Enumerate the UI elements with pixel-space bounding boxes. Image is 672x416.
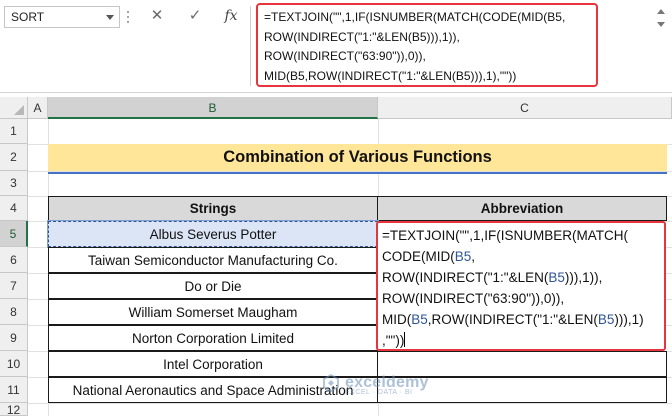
row-header-3[interactable]: 3 (0, 171, 28, 196)
formula-input[interactable]: =TEXTJOIN("",1,IF(ISNUMBER(MATCH(CODE(MI… (256, 3, 598, 87)
exceldemy-logo-icon (323, 374, 339, 392)
cancel-icon[interactable]: ✕ (146, 6, 168, 26)
row-header-5[interactable]: 5 (0, 221, 28, 247)
row-header-8[interactable]: 8 (0, 299, 28, 325)
row-header-1[interactable]: 1 (0, 119, 28, 144)
column-header-b[interactable]: B (48, 97, 378, 119)
column-header-a[interactable]: A (28, 97, 48, 119)
spreadsheet-grid[interactable]: A B C 1 2 3 4 5 6 7 8 9 10 11 12 Combina… (0, 97, 672, 416)
formula-bar: SORT ✕ ✓ fx =TEXTJOIN("",1,IF(ISNUMBER(M… (0, 0, 672, 93)
editor-line-1: =TEXTJOIN("",1,IF(ISNUMBER(MATCH( (382, 228, 628, 243)
editor-line-2: CODE(MID(B5, (382, 249, 476, 264)
gridline (28, 403, 672, 404)
row-header-9[interactable]: 9 (0, 325, 28, 351)
cell-b6[interactable]: Taiwan Semiconductor Manufacturing Co. (48, 247, 378, 273)
cell-b7[interactable]: Do or Die (48, 273, 378, 299)
select-all-button[interactable] (0, 97, 28, 119)
name-box[interactable]: SORT (4, 6, 120, 28)
header-abbreviation[interactable]: Abbreviation (377, 196, 667, 221)
row-header-6[interactable]: 6 (0, 247, 28, 273)
cell-b8[interactable]: William Somerset Maugham (48, 299, 378, 325)
chevron-down-icon[interactable] (106, 15, 114, 20)
row-header-2[interactable]: 2 (0, 144, 28, 171)
cell-c5-formula-editor[interactable]: =TEXTJOIN("",1,IF(ISNUMBER(MATCH( CODE(MI… (376, 221, 666, 351)
cell-b9[interactable]: Norton Corporation Limited (48, 325, 378, 351)
row-header-11[interactable]: 11 (0, 377, 28, 403)
name-box-value: SORT (11, 10, 45, 24)
editor-line-5: MID(B5,ROW(INDIRECT("1:"&LEN(B5))),1) (382, 312, 644, 327)
formula-bar-expand[interactable] (654, 6, 668, 86)
chevron-down-icon[interactable] (657, 22, 665, 27)
formula-line-1: =TEXTJOIN("",1,IF(ISNUMBER(MATCH(CODE(MI… (264, 10, 566, 24)
chevron-up-icon[interactable] (657, 9, 665, 14)
editor-line-4: ROW(INDIRECT("63:90")),0)), (382, 291, 565, 306)
more-options-icon[interactable] (126, 8, 130, 26)
editor-line-3: ROW(INDIRECT("1:"&LEN(B5))),1)), (382, 270, 603, 285)
select-all-icon (14, 105, 24, 115)
formula-line-2: ROW(INDIRECT("1:"&LEN(B5))),1)), (264, 29, 460, 44)
formula-bar-divider (250, 6, 251, 86)
cell-b5[interactable]: Albus Severus Potter (47, 220, 379, 248)
exceldemy-watermark: exceldemy EXCEL · DATA · BI (322, 371, 429, 396)
editor-line-6: ,"")) (382, 332, 406, 348)
watermark-tagline: EXCEL · DATA · BI (345, 389, 413, 396)
header-strings[interactable]: Strings (48, 196, 378, 221)
sheet-title[interactable]: Combination of Various Functions (48, 144, 667, 171)
formula-line-4: MID(B5,ROW(INDIRECT("1:"&LEN(B5))),1),""… (264, 68, 517, 83)
insert-function-icon[interactable]: fx (220, 6, 242, 26)
row-header-10[interactable]: 10 (0, 351, 28, 377)
row-header-7[interactable]: 7 (0, 273, 28, 299)
formula-line-3: ROW(INDIRECT("63:90")),0)), (264, 49, 426, 63)
column-header-c[interactable]: C (378, 97, 672, 119)
text-cursor (404, 332, 406, 347)
row-header-4[interactable]: 4 (0, 196, 28, 221)
row-header-12[interactable]: 12 (0, 403, 28, 416)
enter-check-icon[interactable]: ✓ (184, 6, 206, 26)
title-underline (48, 172, 667, 174)
